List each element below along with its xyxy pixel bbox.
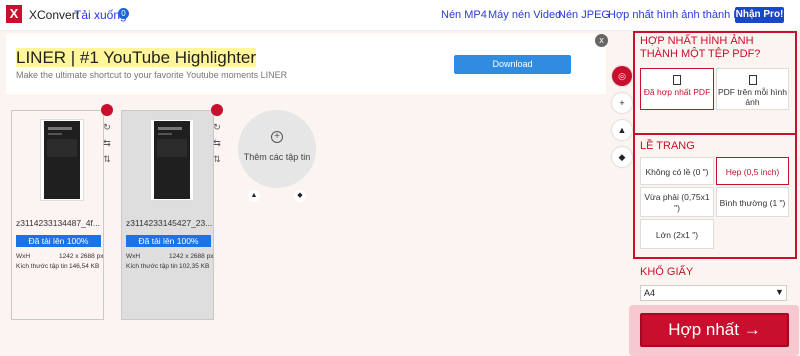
nav-video-compressor[interactable]: Máy nén Video bbox=[488, 9, 561, 21]
dimension-label: WxH bbox=[126, 253, 141, 260]
app-name[interactable]: XConvert bbox=[29, 8, 79, 22]
margin-none-option[interactable]: Không có lề (0 ") bbox=[640, 157, 714, 185]
downloads-count-badge: 0 bbox=[118, 8, 129, 19]
dimension-value: 1242 x 2688 px bbox=[59, 253, 104, 260]
plus-icon: + bbox=[271, 131, 283, 143]
upload-status: Đã tải lên 100% bbox=[16, 235, 101, 247]
flip-horizontal-icon[interactable]: ⇆ bbox=[212, 138, 222, 148]
add-files-label: Thêm các tập tin bbox=[243, 152, 311, 162]
margin-moderate-option[interactable]: Vừa phải (0,75x1 ") bbox=[640, 187, 714, 217]
chevron-down-icon[interactable]: ▼ bbox=[775, 287, 784, 297]
remove-file-icon[interactable] bbox=[101, 104, 113, 116]
dimension-value: 1242 x 2688 px bbox=[169, 253, 214, 260]
flip-horizontal-icon[interactable]: ⇆ bbox=[102, 138, 112, 148]
margin-large-option[interactable]: Lớn (2x1 ") bbox=[640, 219, 714, 249]
dropbox-icon[interactable]: ◆ bbox=[294, 190, 306, 202]
ad-download-button[interactable]: Download bbox=[454, 55, 571, 74]
nav-compress-jpeg[interactable]: Nén JPEG bbox=[558, 9, 610, 21]
target-icon[interactable]: ◎ bbox=[612, 66, 632, 86]
merge-section-title: HỢP NHẤT HÌNH ẢNH THÀNH MỘT TỆP PDF? bbox=[640, 35, 761, 60]
merge-button[interactable]: Hợp nhất → bbox=[640, 313, 789, 347]
paper-size-select[interactable]: A4 bbox=[640, 285, 787, 301]
google-drive-icon[interactable]: ▲ bbox=[612, 120, 632, 140]
margin-normal-option[interactable]: Bình thường (1 ") bbox=[716, 187, 789, 217]
merged-pdf-option[interactable]: Đã hợp nhất PDF bbox=[640, 68, 714, 110]
file-thumbnail bbox=[40, 119, 84, 201]
upload-status: Đã tải lên 100% bbox=[126, 235, 211, 247]
dropbox-icon[interactable]: ◆ bbox=[612, 147, 632, 167]
file-size-label: Kích thước tập tin bbox=[126, 263, 178, 270]
file-card[interactable]: z3114233134487_4f... Đã tải lên 100% WxH… bbox=[11, 110, 104, 320]
remove-file-icon[interactable] bbox=[211, 104, 223, 116]
margin-narrow-option[interactable]: Hẹp (0,5 inch) bbox=[716, 157, 789, 185]
nav-images-to-pdf[interactable]: Hợp nhất hình ảnh thành PDF bbox=[608, 9, 755, 21]
google-drive-icon[interactable]: ▲ bbox=[248, 190, 260, 202]
xconvert-logo-icon[interactable]: X bbox=[6, 5, 22, 23]
flip-vertical-icon[interactable]: ⇅ bbox=[102, 154, 112, 164]
ad-subtitle: Make the ultimate shortcut to your favor… bbox=[16, 70, 288, 80]
rotate-icon[interactable]: ↻ bbox=[212, 122, 222, 132]
file-name: z3114233134487_4f... bbox=[16, 218, 100, 228]
pdf-per-image-option[interactable]: PDF trên mỗi hình ảnh bbox=[716, 68, 789, 110]
nav-compress-mp4[interactable]: Nén MP4 bbox=[441, 9, 487, 21]
file-card[interactable]: z3114233145427_23... Đã tải lên 100% WxH… bbox=[121, 110, 214, 320]
top-navigation: X XConvert Tải xuống 0 Nén MP4 Máy nén V… bbox=[0, 0, 800, 31]
get-pro-button[interactable]: Nhận Pro! bbox=[735, 7, 784, 23]
margin-section-title: LỀ TRANG bbox=[640, 140, 695, 152]
document-icon bbox=[748, 75, 757, 85]
add-files-button[interactable]: + Thêm các tập tin bbox=[238, 110, 316, 188]
paper-size-title: KHỔ GIẤY bbox=[640, 266, 694, 278]
dimension-label: WxH bbox=[16, 253, 31, 260]
file-thumbnail bbox=[150, 119, 194, 201]
file-size-value: 102,35 KB bbox=[179, 263, 210, 270]
ad-close-icon[interactable]: x bbox=[595, 34, 608, 47]
file-name: z3114233145427_23... bbox=[126, 218, 213, 228]
file-size-label: Kích thước tập tin bbox=[16, 263, 68, 270]
rotate-icon[interactable]: ↻ bbox=[102, 122, 112, 132]
file-size-value: 146,54 KB bbox=[69, 263, 100, 270]
add-icon[interactable]: + bbox=[612, 93, 632, 113]
document-icon bbox=[673, 75, 681, 85]
ad-title: LINER | #1 YouTube Highlighter bbox=[16, 48, 257, 67]
flip-vertical-icon[interactable]: ⇅ bbox=[212, 154, 222, 164]
